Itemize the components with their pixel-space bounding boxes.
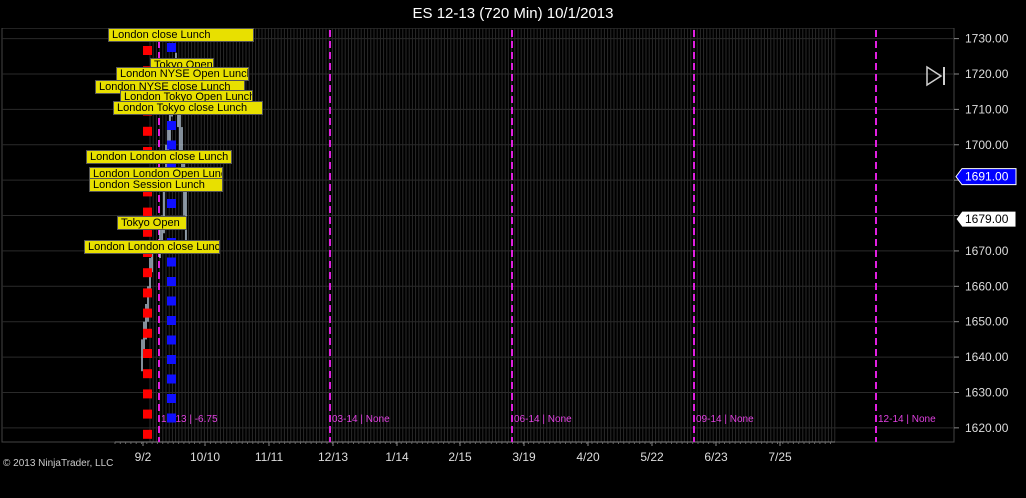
price-tick-label: 1660.00: [965, 279, 1009, 293]
chart-panel[interactable]: 1730.001720.001710.001700.001690.001680.…: [0, 28, 1026, 498]
red-marker: [143, 268, 152, 278]
chart-title: ES 12-13 (720 Min) 10/1/2013: [412, 5, 614, 22]
red-marker: [143, 369, 152, 379]
red-marker: [143, 126, 152, 136]
blue-marker: [167, 121, 176, 130]
time-tick-label: 10/10: [190, 450, 220, 464]
contract-rollover-label: 09-14 | None: [696, 414, 754, 425]
session-label: London London close Lunch: [86, 150, 232, 164]
red-marker: [143, 308, 152, 318]
blue-marker: [167, 199, 176, 208]
red-marker: [143, 349, 152, 358]
red-marker: [143, 328, 152, 338]
session-label: London NYSE Open Lunch: [116, 67, 249, 81]
time-tick-label: 11/11: [255, 450, 284, 464]
price-tick-label: 1620.00: [965, 421, 1009, 435]
price-tick-label: 1720.00: [965, 67, 1009, 81]
red-marker: [143, 288, 152, 298]
blue-marker: [167, 413, 176, 423]
time-tick-label: 7/25: [768, 450, 792, 464]
session-label: London London close Lunch: [84, 240, 220, 254]
blue-marker: [167, 374, 176, 384]
blue-marker: [167, 277, 176, 286]
red-marker: [143, 46, 152, 55]
price-marker-label: 1679.00: [965, 212, 1009, 226]
time-tick-label: 1/14: [385, 450, 409, 464]
last-price-label: 1691.00: [965, 170, 1009, 184]
session-label: London Session Lunch: [89, 178, 223, 192]
session-label: Tokyo Open: [117, 216, 187, 230]
blue-marker: [167, 355, 176, 364]
red-marker: [143, 409, 152, 419]
price-tick-label: 1670.00: [965, 244, 1009, 258]
price-tick-label: 1640.00: [965, 350, 1009, 364]
blue-marker: [167, 335, 176, 345]
blue-marker: [167, 140, 176, 150]
skip-to-end-icon[interactable]: [925, 65, 949, 87]
price-tick-label: 1710.00: [965, 102, 1009, 116]
contract-rollover-label: 03-14 | None: [332, 414, 390, 425]
contract-rollover-label: 06-14 | None: [514, 414, 572, 425]
red-marker: [143, 389, 152, 399]
time-tick-label: 4/20: [576, 450, 600, 464]
contract-rollover-label: 12-14 | None: [878, 414, 936, 425]
price-tick-label: 1700.00: [965, 138, 1009, 152]
price-tick-label: 1730.00: [965, 32, 1009, 46]
time-tick-label: 5/22: [640, 450, 664, 464]
time-tick-label: 12/13: [318, 450, 348, 464]
session-label: London close Lunch: [108, 28, 254, 42]
session-label: London Tokyo close Lunch: [113, 101, 263, 115]
price-tick-label: 1630.00: [965, 385, 1009, 399]
time-tick-label: 9/2: [135, 450, 152, 464]
blue-marker: [167, 257, 176, 267]
blue-marker: [167, 43, 176, 52]
blue-marker: [167, 394, 176, 403]
time-tick-label: 6/23: [704, 450, 728, 464]
blue-marker: [167, 316, 176, 325]
blue-marker: [167, 296, 176, 306]
red-marker: [143, 429, 152, 439]
copyright-notice: © 2013 NinjaTrader, LLC: [3, 458, 114, 469]
time-tick-label: 2/15: [448, 450, 472, 464]
price-tick-label: 1650.00: [965, 315, 1009, 329]
time-tick-label: 3/19: [512, 450, 536, 464]
